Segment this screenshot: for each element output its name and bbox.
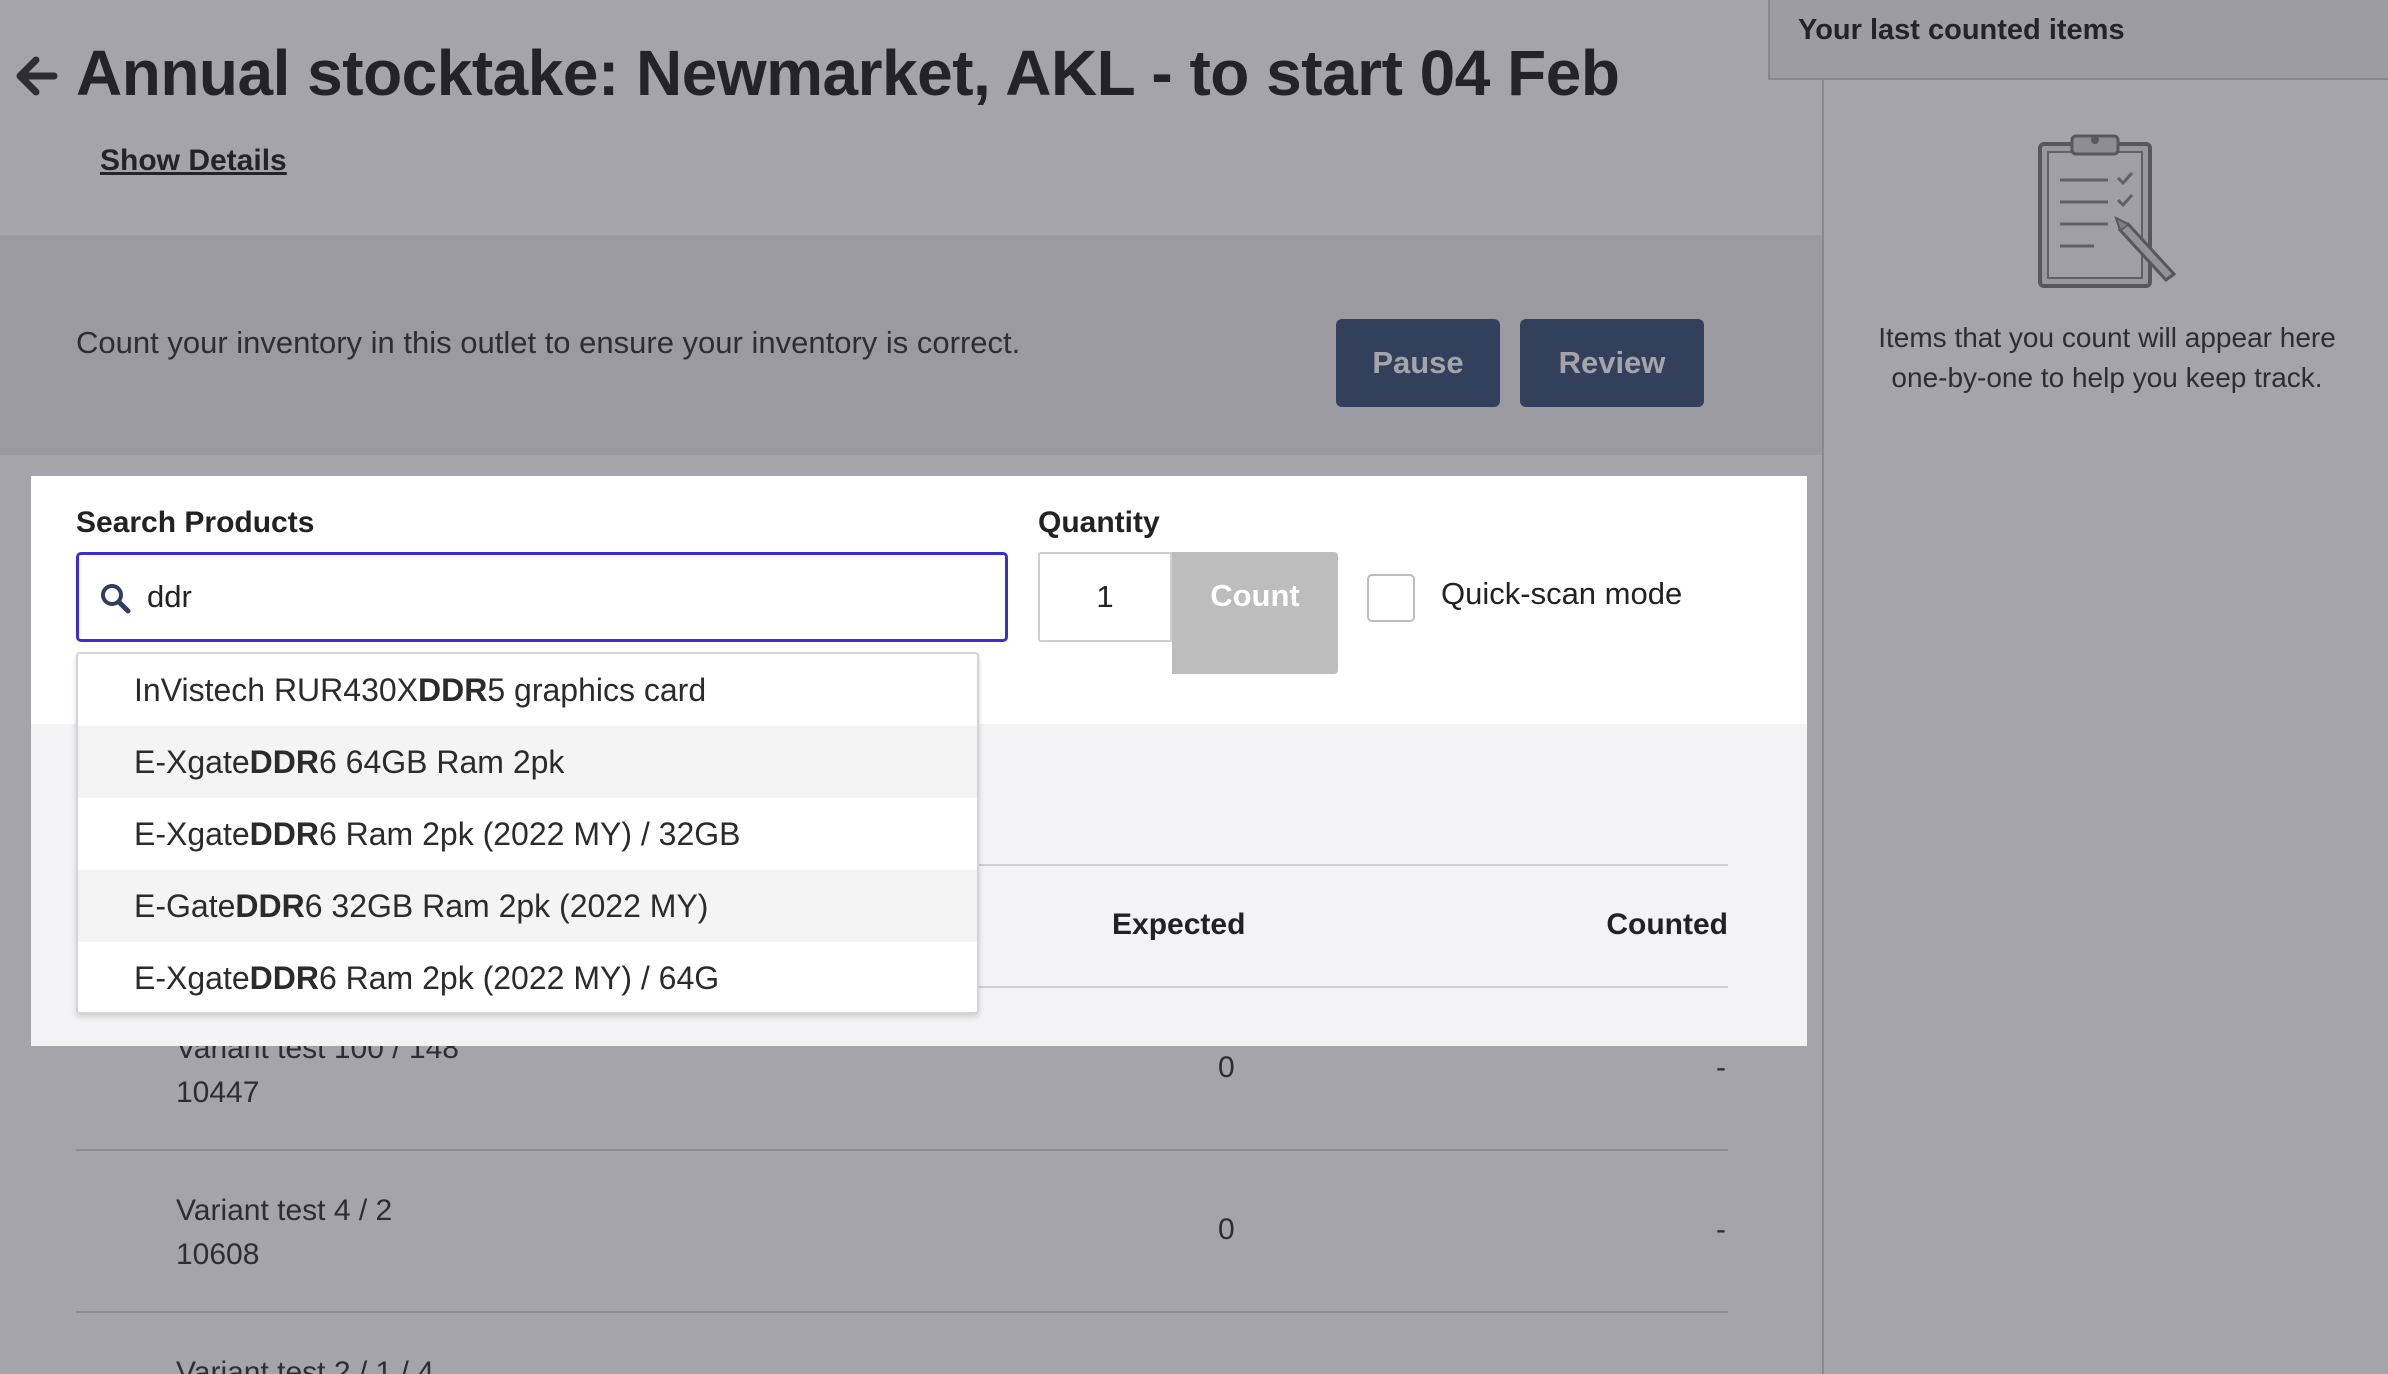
- search-label: Search Products: [76, 506, 315, 539]
- table-divider: [979, 986, 1728, 988]
- quantity-input[interactable]: [1038, 552, 1172, 642]
- quantity-label: Quantity: [1038, 506, 1160, 539]
- search-icon: [101, 584, 131, 614]
- suggestion-item[interactable]: E-Xgate DDR 6 Ram 2pk (2022 MY) / 64G: [78, 942, 977, 1012]
- column-header-counted: Counted: [1606, 908, 1728, 941]
- column-header-expected: Expected: [1112, 908, 1246, 941]
- suggestion-item[interactable]: E-Xgate DDR 6 64GB Ram 2pk: [78, 726, 977, 798]
- quick-scan-label: Quick-scan mode: [1441, 576, 1683, 611]
- search-input[interactable]: [147, 571, 987, 623]
- suggestion-item[interactable]: InVistech RUR430X DDR 5 graphics card: [78, 654, 977, 726]
- count-button[interactable]: Count: [1172, 552, 1338, 674]
- table-divider: [979, 864, 1728, 866]
- search-suggestions: InVistech RUR430X DDR 5 graphics card E-X…: [76, 652, 979, 1014]
- search-box[interactable]: [76, 552, 1008, 642]
- suggestion-item[interactable]: E-Gate DDR 6 32GB Ram 2pk (2022 MY): [78, 870, 977, 942]
- quick-scan-checkbox[interactable]: [1367, 574, 1415, 622]
- suggestion-item[interactable]: E-Xgate DDR 6 Ram 2pk (2022 MY) / 32GB: [78, 798, 977, 870]
